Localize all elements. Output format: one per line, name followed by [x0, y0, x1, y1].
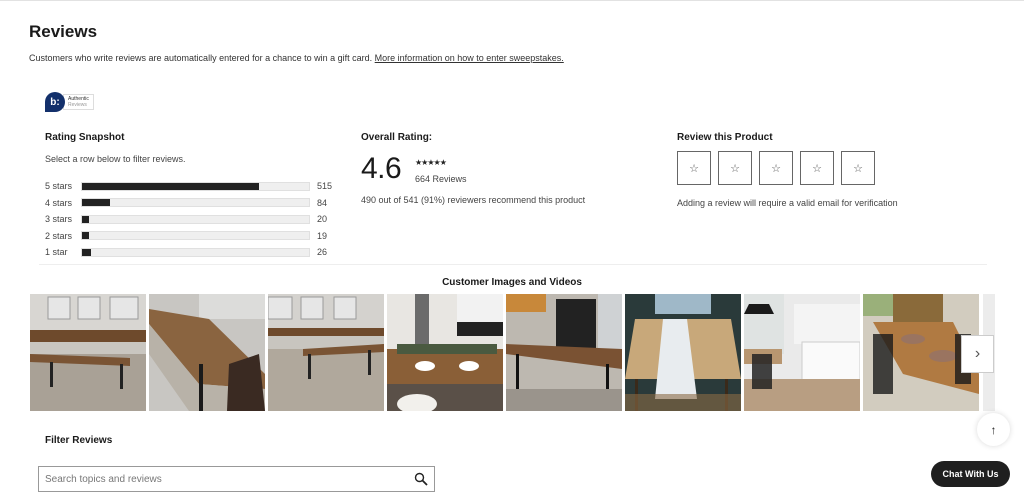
photo-set-table [387, 294, 503, 411]
rating-row-4[interactable]: 4 stars 84 [45, 195, 332, 212]
arrow-up-icon: ↑ [990, 422, 997, 437]
star-outline-icon: ☆ [853, 162, 863, 175]
rating-snapshot-title: Rating Snapshot [45, 132, 125, 143]
scroll-to-top-button[interactable]: ↑ [977, 413, 1010, 446]
sweepstakes-link[interactable]: More information on how to enter sweepst… [375, 53, 564, 63]
rate-3-stars-button[interactable]: ☆ [759, 151, 793, 185]
star-outline-icon: ☆ [730, 162, 740, 175]
authentic-reviews-badge: b: Authentic Reviews [45, 92, 94, 112]
rating-bar [81, 214, 310, 224]
page-title: Reviews [29, 22, 98, 41]
email-verification-note: Adding a review will require a valid ema… [677, 198, 898, 208]
rating-row-3[interactable]: 3 stars 20 [45, 211, 332, 228]
rating-snapshot-subtitle: Select a row below to filter reviews. [45, 154, 186, 164]
rating-bar-fill [82, 248, 92, 256]
rating-row-count: 20 [317, 214, 328, 225]
rating-row-label: 4 stars [45, 197, 73, 208]
rate-4-stars-button[interactable]: ☆ [800, 151, 834, 185]
filter-reviews-title: Filter Reviews [45, 435, 113, 446]
review-count: 664 Reviews [415, 174, 467, 184]
gallery-image-3[interactable] [268, 294, 384, 411]
rating-row-count: 19 [317, 230, 328, 241]
rating-bar [81, 247, 310, 257]
intro-text: Customers who write reviews are automati… [29, 53, 373, 63]
chevron-right-icon: › [974, 345, 981, 362]
top-divider [0, 0, 1024, 1]
rating-row-label: 1 star [45, 247, 68, 258]
chat-with-us-button[interactable]: Chat With Us [931, 461, 1010, 487]
photo-dining-table-bench [30, 294, 146, 411]
photo-table-hutch [506, 294, 622, 411]
sweepstakes-intro: Customers who write reviews are automati… [29, 53, 564, 63]
review-product-title: Review this Product [677, 132, 773, 143]
customer-image-gallery [30, 294, 979, 411]
rating-row-label: 3 stars [45, 214, 73, 225]
rating-row-count: 84 [317, 197, 328, 208]
rating-bar [81, 181, 310, 191]
rating-row-1[interactable]: 1 star 26 [45, 244, 332, 261]
search-icon[interactable] [414, 472, 428, 486]
section-divider [39, 264, 987, 265]
photo-table-runner [625, 294, 741, 411]
photo-table-bench-windows [268, 294, 384, 411]
gallery-image-4[interactable] [387, 294, 503, 411]
rate-1-star-button[interactable]: ☆ [677, 151, 711, 185]
gallery-next-button[interactable]: › [961, 335, 994, 373]
review-search-input[interactable] [45, 473, 414, 485]
rating-row-count: 515 [317, 181, 333, 192]
gallery-image-5[interactable] [506, 294, 622, 411]
rating-bar-fill [82, 215, 89, 223]
star-outline-icon: ☆ [771, 162, 781, 175]
star-rating-input: ☆ ☆ ☆ ☆ ☆ [677, 151, 875, 185]
rating-row-5[interactable]: 5 stars 515 [45, 178, 332, 195]
rating-row-label: 2 stars [45, 230, 73, 241]
star-outline-icon: ☆ [689, 162, 699, 175]
gallery-image-2[interactable] [149, 294, 265, 411]
gallery-image-1[interactable] [30, 294, 146, 411]
rating-bar [81, 231, 310, 241]
photo-kitchen-island [744, 294, 860, 411]
badge-line2: Reviews [68, 102, 87, 108]
rating-row-label: 5 stars [45, 181, 73, 192]
rating-row-count: 26 [317, 247, 328, 258]
rating-bar [81, 198, 310, 208]
rating-stars-icon: ★★★★★ [415, 158, 447, 167]
photo-table-closeup [149, 294, 265, 411]
gallery-image-6[interactable] [625, 294, 741, 411]
rating-bar-fill [82, 199, 111, 207]
rating-bar-fill [82, 232, 89, 240]
review-search-box [38, 466, 435, 492]
bazaarvoice-logo-icon: b: [45, 92, 65, 112]
gallery-title: Customer Images and Videos [442, 277, 582, 288]
rating-row-2[interactable]: 2 stars 19 [45, 228, 332, 245]
overall-rating-title: Overall Rating: [361, 132, 433, 143]
rating-bar-fill [82, 182, 260, 190]
star-outline-icon: ☆ [812, 162, 822, 175]
rate-5-stars-button[interactable]: ☆ [841, 151, 875, 185]
rating-histogram: 5 stars 515 4 stars 84 3 stars 20 2 star… [45, 178, 332, 261]
recommend-summary: 490 out of 541 (91%) reviewers recommend… [361, 195, 586, 205]
rate-2-stars-button[interactable]: ☆ [718, 151, 752, 185]
overall-rating-value: 4.6 [361, 152, 402, 185]
gallery-image-7[interactable] [744, 294, 860, 411]
